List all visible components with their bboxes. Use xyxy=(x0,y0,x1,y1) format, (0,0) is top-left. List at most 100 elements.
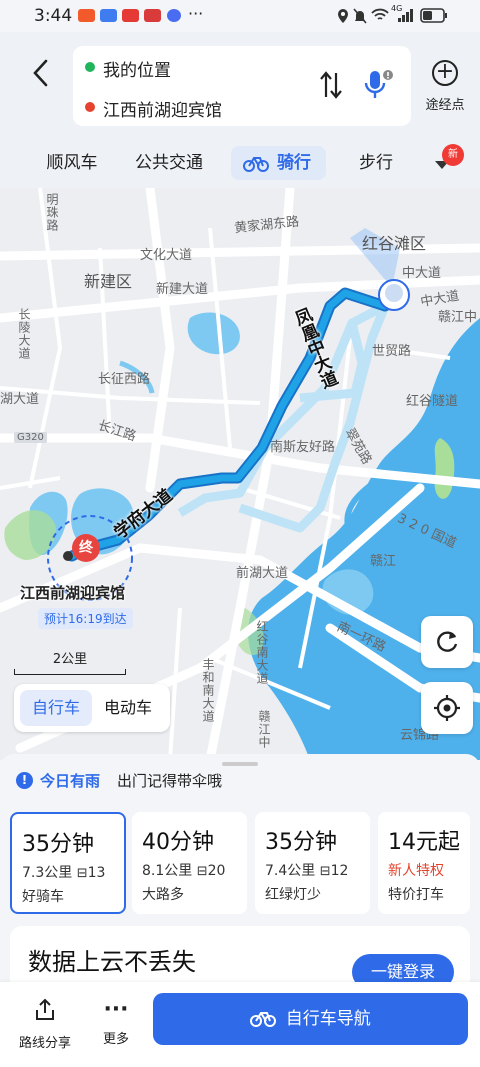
route-distance-lights: 7.4公里 ⊟12 xyxy=(265,860,348,880)
road-label: 明珠路 xyxy=(45,193,59,232)
traffic-light-icon: ⊟ xyxy=(76,866,88,881)
add-waypoint-label: 途经点 xyxy=(425,98,465,113)
new-badge: 新 xyxy=(442,144,464,166)
tab-cycling[interactable]: 骑行 xyxy=(231,146,326,180)
vehicle-type-toggle: 自行车 电动车 xyxy=(14,684,170,732)
more-dots-icon: ··· xyxy=(103,997,129,1022)
road-label: 长陵大道 xyxy=(17,308,31,360)
taxi-promo: 新人特权 xyxy=(388,863,444,879)
scale-bar xyxy=(14,669,126,675)
locate-me-button[interactable] xyxy=(421,682,473,734)
status-bar: 3:44 ··· 4G xyxy=(0,0,480,32)
road-label: 红谷隧道 xyxy=(406,394,459,409)
start-navigation-button[interactable]: 自行车导航 xyxy=(153,993,468,1045)
road-label: 南斯友好路 xyxy=(270,440,336,455)
bicycle-icon xyxy=(243,157,269,172)
route-distance-lights: 8.1公里 ⊟20 xyxy=(142,860,225,880)
battery-icon xyxy=(420,8,447,23)
road-label: 丰和南大道 xyxy=(201,658,215,723)
music-icon xyxy=(167,9,181,22)
taxi-price: 14元起 xyxy=(388,830,460,855)
wifi-icon xyxy=(371,8,389,20)
tab-carpool[interactable]: 顺风车 xyxy=(34,146,110,180)
route-duration: 35分钟 xyxy=(265,830,337,855)
traffic-light-count: 20 xyxy=(207,863,226,879)
route-tag: 大路多 xyxy=(142,887,184,903)
road-label: 文化大道 xyxy=(140,248,193,263)
route-option-card[interactable]: 35分钟 7.4公里 ⊟12 红绿灯少 xyxy=(255,812,370,914)
district-label: 红谷滩区 xyxy=(362,234,427,253)
bicycle-option[interactable]: 自行车 xyxy=(20,690,92,726)
traffic-light-icon: ⊟ xyxy=(319,864,331,879)
location-icon xyxy=(338,9,348,23)
route-option-card[interactable]: 35分钟 7.3公里 ⊟13 好骑车 xyxy=(10,812,126,914)
navigate-label: 自行车导航 xyxy=(285,1009,371,1029)
traffic-light-count: 12 xyxy=(330,863,349,879)
swap-arrows-icon xyxy=(320,71,342,99)
app-notification-icon xyxy=(122,9,139,22)
bicycle-icon xyxy=(250,1012,277,1027)
destination-marker[interactable]: 终 xyxy=(72,534,100,562)
route-tag: 特价打车 xyxy=(388,887,444,903)
start-input[interactable]: 我的位置 xyxy=(103,56,171,81)
road-label: 世贸路 xyxy=(372,344,412,359)
share-label: 路线分享 xyxy=(18,1036,71,1051)
road-label: 新建大道 xyxy=(156,282,209,297)
microphone-icon xyxy=(364,70,393,98)
status-time: 3:44 xyxy=(34,6,73,26)
highway-shield: G320 xyxy=(14,432,47,443)
weather-highlight: 今日有雨 xyxy=(40,772,101,790)
more-modes-dropdown[interactable]: 新 xyxy=(426,144,470,178)
route-tag: 红绿灯少 xyxy=(265,887,321,903)
road-label: 赣江中 xyxy=(438,310,478,325)
mute-icon xyxy=(353,8,367,24)
scale-label: 2公里 xyxy=(52,652,88,667)
route-duration: 35分钟 xyxy=(22,832,94,857)
route-option-card[interactable]: 40分钟 8.1公里 ⊟20 大路多 xyxy=(132,812,247,914)
weather-tip: ! 今日有雨 出门记得带伞哦 xyxy=(10,768,480,796)
start-dot-icon xyxy=(85,62,95,72)
drag-handle[interactable] xyxy=(222,762,258,766)
add-waypoint-button[interactable]: + 途经点 xyxy=(420,56,470,113)
route-header: 我的位置 江西前湖迎宾馆 + 途经点 xyxy=(0,32,480,140)
voice-input-button[interactable] xyxy=(363,70,393,102)
weather-message: 出门记得带伞哦 xyxy=(117,772,223,790)
tab-walking[interactable]: 步行 xyxy=(346,146,406,180)
end-input[interactable]: 江西前湖迎宾馆 xyxy=(103,96,222,121)
map-scale: 2公里 xyxy=(14,648,126,675)
road-label: 赣江中 xyxy=(257,710,271,749)
app-notification-icon xyxy=(78,9,95,22)
plus-icon: + xyxy=(432,60,458,86)
back-button[interactable] xyxy=(22,54,62,94)
more-button[interactable]: ··· 更多 xyxy=(96,997,136,1048)
refresh-button[interactable] xyxy=(421,616,473,668)
signal-icon xyxy=(398,9,413,22)
ebike-option[interactable]: 电动车 xyxy=(92,690,164,726)
travel-mode-tabs: 顺风车 公共交通 骑行 步行 新 xyxy=(0,140,480,188)
tab-cycling-label: 骑行 xyxy=(277,153,311,173)
more-notifications-icon: ··· xyxy=(188,4,204,23)
traffic-light-icon: ⊟ xyxy=(196,864,208,879)
eta-label: 预计16:19到达 xyxy=(38,608,133,629)
district-label: 新建区 xyxy=(84,272,133,291)
app-notification-icon xyxy=(144,9,161,22)
more-label: 更多 xyxy=(102,1032,129,1047)
route-distance: 7.4公里 xyxy=(265,863,316,879)
share-route-button[interactable]: 路线分享 xyxy=(14,998,76,1051)
road-label: 湖大道 xyxy=(0,392,40,407)
road-label: 红谷南大道 xyxy=(255,620,269,685)
refresh-icon xyxy=(437,631,458,652)
route-duration: 40分钟 xyxy=(142,830,214,855)
road-label: 长征西路 xyxy=(98,372,151,387)
traffic-light-count: 13 xyxy=(87,865,106,881)
banner-title: 数据上云不丢失 xyxy=(28,948,196,976)
crosshair-icon xyxy=(434,695,460,721)
map-view[interactable]: 红谷滩区 新建区 黄家湖东路 文化大道 新建大道 长征西路 湖大道 长江路 中大… xyxy=(0,188,480,760)
tab-transit[interactable]: 公共交通 xyxy=(124,146,214,180)
taxi-option-card[interactable]: 14元起 新人特权 特价打车 xyxy=(378,812,470,914)
destination-label: 江西前湖迎宾馆 xyxy=(20,584,126,602)
bottom-action-bar: 路线分享 ··· 更多 自行车导航 xyxy=(0,982,480,1067)
swap-button[interactable] xyxy=(319,70,343,107)
road-label: 中大道 xyxy=(402,266,442,281)
chevron-left-icon xyxy=(33,59,48,87)
